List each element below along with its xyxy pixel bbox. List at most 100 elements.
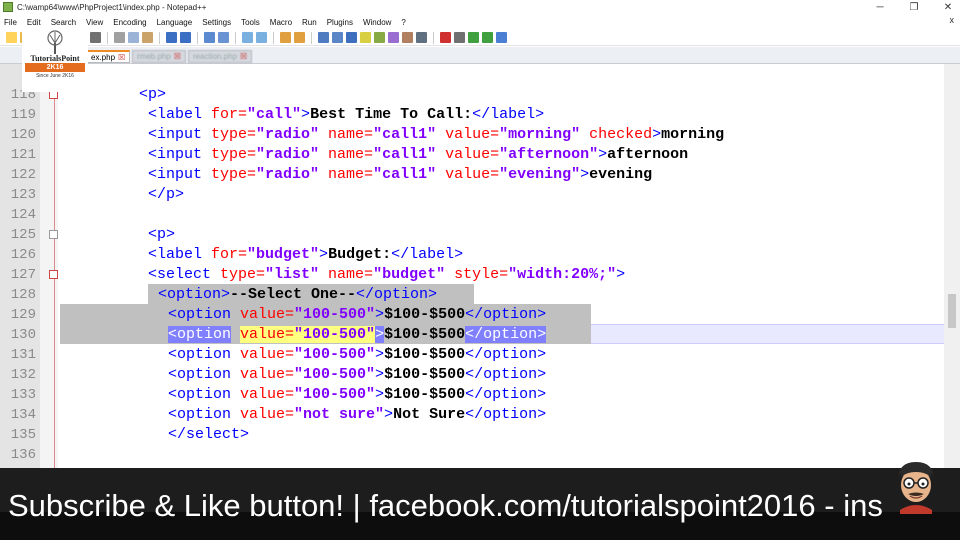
paste-icon[interactable]: [142, 32, 153, 43]
code-line: 136 </select>: [0, 425, 944, 463]
menu-search[interactable]: Search: [51, 18, 76, 27]
code-token: "100-500": [294, 346, 376, 363]
minimize-button[interactable]: ─: [874, 2, 886, 13]
code-token: "100-500": [294, 366, 376, 383]
code-token: "width:20%;": [508, 266, 617, 283]
toolbar-separator: [197, 31, 198, 44]
code-token: <label: [148, 106, 212, 123]
code-token: value=: [436, 166, 500, 183]
menu-tools[interactable]: Tools: [241, 18, 260, 27]
stop-recording-icon[interactable]: [454, 32, 465, 43]
menu-language[interactable]: Language: [157, 18, 193, 27]
run-macro-multiple-icon[interactable]: [482, 32, 493, 43]
code-token: $100-$500: [384, 306, 466, 323]
tab-third-file[interactable]: reaction.php ☒: [188, 50, 253, 63]
new-file-icon[interactable]: [6, 32, 17, 43]
code-token: name=: [319, 266, 374, 283]
indent-guide-icon[interactable]: [346, 32, 357, 43]
tab-index-php[interactable]: ex.php ☒: [86, 50, 131, 63]
code-token: value=: [240, 346, 295, 363]
code-token: </label>: [391, 246, 464, 263]
code-line: 135 <option value="not sure">Not Sure</o…: [0, 405, 944, 443]
menu-window[interactable]: Window: [363, 18, 391, 27]
code-token: </p>: [148, 186, 185, 203]
close-document-button[interactable]: x: [950, 15, 955, 25]
find-icon[interactable]: [204, 32, 215, 43]
redo-icon[interactable]: [180, 32, 191, 43]
fold-toggle-icon[interactable]: [49, 270, 58, 279]
notepadpp-app-icon: [3, 2, 13, 12]
code-editor[interactable]: 118 119 <p> 120 <label for="call">Best T…: [0, 64, 960, 468]
code-token: "radio": [256, 146, 320, 163]
word-wrap-icon[interactable]: [318, 32, 329, 43]
menu-run[interactable]: Run: [302, 18, 317, 27]
code-token: >: [301, 106, 311, 123]
play-macro-icon[interactable]: [468, 32, 479, 43]
code-token: name=: [319, 146, 374, 163]
code-token: name=: [319, 166, 374, 183]
sync-horizontal-icon[interactable]: [294, 32, 305, 43]
tab-second-file[interactable]: rmeb.php ☒: [132, 50, 186, 63]
menu-plugins[interactable]: Plugins: [327, 18, 353, 27]
tab-bar: ex.php ☒ rmeb.php ☒ reaction.php ☒: [0, 47, 960, 64]
code-token: <p>: [148, 226, 176, 243]
menu-edit[interactable]: Edit: [27, 18, 41, 27]
tab-close-icon[interactable]: ☒: [240, 52, 247, 61]
show-all-chars-icon[interactable]: [332, 32, 343, 43]
code-token: <option: [168, 386, 241, 403]
menu-file[interactable]: File: [4, 18, 17, 27]
cut-icon[interactable]: [114, 32, 125, 43]
zoom-in-icon[interactable]: [242, 32, 253, 43]
folder-workspace-icon[interactable]: [402, 32, 413, 43]
replace-icon[interactable]: [218, 32, 229, 43]
code-line: 119 <p>: [0, 85, 944, 123]
code-line: 128 <select type="list" name="budget" st…: [0, 265, 944, 303]
copy-icon[interactable]: [128, 32, 139, 43]
toolbar-separator: [311, 31, 312, 44]
code-token: </option>: [465, 406, 547, 423]
code-line: 121 <input type="radio" name="call1" val…: [0, 125, 944, 163]
tab-close-icon[interactable]: ☒: [174, 52, 181, 61]
code-token: >: [652, 126, 662, 143]
zoom-out-icon[interactable]: [256, 32, 267, 43]
menu-macro[interactable]: Macro: [270, 18, 292, 27]
code-token: </option>: [465, 366, 547, 383]
code-token: >: [375, 366, 385, 383]
code-token: "radio": [256, 126, 320, 143]
code-line: 118: [0, 65, 944, 103]
menu-settings[interactable]: Settings: [202, 18, 231, 27]
toolbar-separator: [273, 31, 274, 44]
code-line: 125: [0, 205, 944, 243]
vertical-scrollbar[interactable]: [944, 64, 960, 468]
menu-view[interactable]: View: [86, 18, 103, 27]
logo-since: Since June 2K16: [36, 73, 74, 79]
fold-toggle-icon[interactable]: [49, 230, 58, 239]
subscribe-banner: Subscribe & Like button! | facebook.com/…: [0, 468, 960, 540]
record-macro-icon[interactable]: [440, 32, 451, 43]
code-line: 127 <label for="budget">Budget:</label>: [0, 245, 944, 283]
code-token: >: [375, 326, 385, 343]
menu-encoding[interactable]: Encoding: [113, 18, 146, 27]
code-token: checked: [580, 126, 653, 143]
maximize-button[interactable]: ❐: [908, 2, 920, 13]
monitoring-icon[interactable]: [416, 32, 427, 43]
code-line: 129 <option>--Select One--</option>: [0, 285, 944, 323]
code-token: <select: [148, 266, 221, 283]
menu-help[interactable]: ?: [401, 18, 405, 27]
code-token: morning: [661, 126, 725, 143]
close-window-button[interactable]: ✕: [942, 2, 954, 13]
code-line: 134 <option value="100-500">$100-$500</o…: [0, 385, 944, 423]
code-line: 126 <p>: [0, 225, 944, 263]
tab-close-icon[interactable]: ☒: [118, 53, 125, 62]
save-macro-icon[interactable]: [496, 32, 507, 43]
user-language-icon[interactable]: [360, 32, 371, 43]
code-token: type=: [211, 166, 257, 183]
code-token: value=: [436, 126, 500, 143]
undo-icon[interactable]: [166, 32, 177, 43]
print-icon[interactable]: [90, 32, 101, 43]
sync-vertical-icon[interactable]: [280, 32, 291, 43]
doc-map-icon[interactable]: [374, 32, 385, 43]
toolbar-separator: [107, 31, 108, 44]
scrollbar-thumb[interactable]: [948, 294, 956, 328]
function-list-icon[interactable]: [388, 32, 399, 43]
